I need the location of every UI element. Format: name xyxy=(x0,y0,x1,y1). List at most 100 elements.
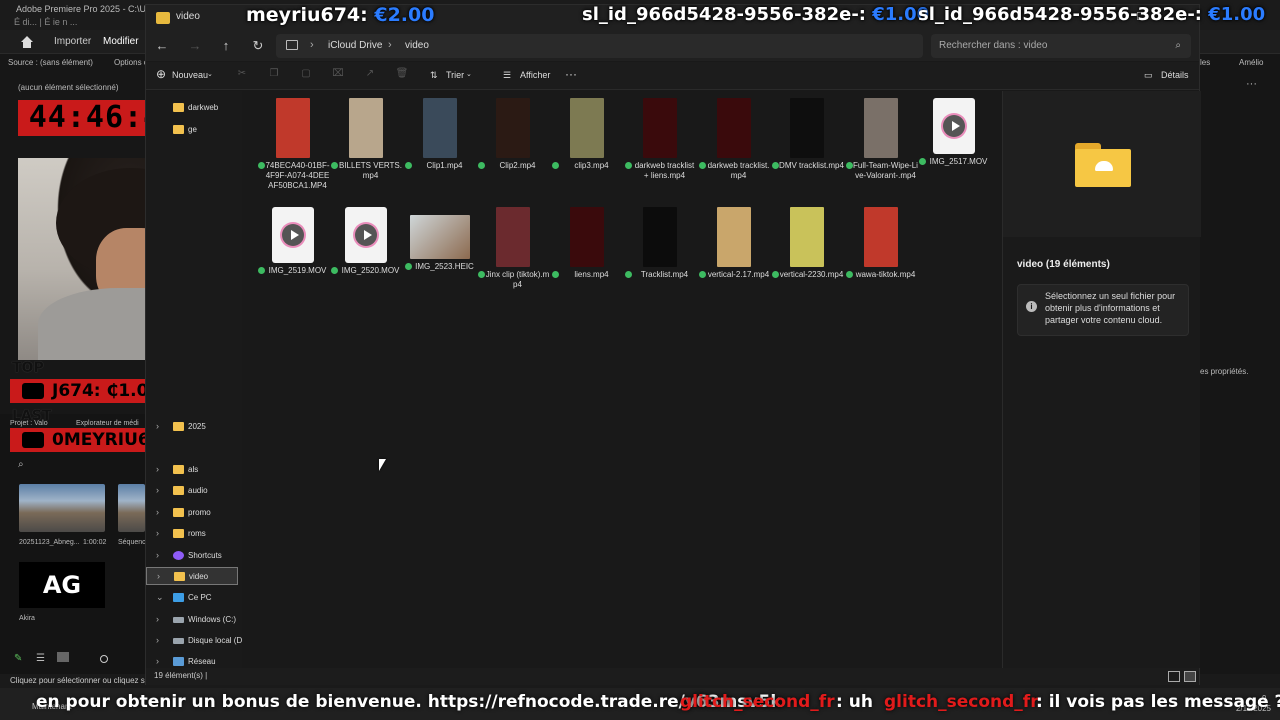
address-bar[interactable]: › iCloud Drive › video xyxy=(276,34,923,58)
file-item[interactable]: darkweb tracklist + liens.mp4 xyxy=(623,98,697,181)
file-item[interactable]: 74BECA40-01BF-4F9F-A074-4DEEAF50BCA1.MP4 xyxy=(256,98,330,191)
file-item[interactable]: Clip2.mp4 xyxy=(476,98,550,171)
refresh-icon[interactable]: ↻ xyxy=(247,35,269,57)
search-input[interactable]: Rechercher dans : video ⌕ xyxy=(931,34,1191,58)
cut-icon[interactable]: ✂ xyxy=(235,68,249,82)
chevron-icon[interactable]: › xyxy=(156,528,159,538)
search-icon[interactable]: ⌕ xyxy=(18,459,24,470)
nav-item-als[interactable]: › als xyxy=(146,461,238,479)
breadcrumb-video[interactable]: video xyxy=(405,40,429,51)
copy-icon[interactable]: ❐ xyxy=(267,68,281,82)
back-arrow-icon[interactable]: ← xyxy=(151,35,173,57)
chevron-icon[interactable]: › xyxy=(156,421,159,431)
sequence-thumbnail[interactable] xyxy=(118,484,145,532)
file-item[interactable]: Tracklist.mp4 xyxy=(623,207,697,280)
file-item[interactable]: Jinx clip (tiktok).mp4 xyxy=(476,207,550,290)
chevron-icon[interactable]: › xyxy=(156,656,159,666)
nav-item-label: Ce PC xyxy=(188,593,212,602)
nav-item-promo[interactable]: › promo xyxy=(146,504,238,522)
forward-arrow-icon[interactable]: → xyxy=(184,35,206,57)
file-item[interactable]: Clip1.mp4 xyxy=(403,98,477,171)
nav-item-darkweb[interactable]: darkweb xyxy=(146,99,238,117)
chevron-icon[interactable]: › xyxy=(156,464,159,474)
file-item[interactable]: vertical-2230.mp4 xyxy=(770,207,844,280)
file-item[interactable]: Full-Team-Wipe-Live-Valorant-.mp4 xyxy=(844,98,918,181)
nav-item-ce-pc[interactable]: ⌄ Ce PC xyxy=(146,589,238,607)
new-button[interactable]: Nouveau xyxy=(172,70,208,80)
source-label[interactable]: Source : (sans élément) xyxy=(8,58,93,67)
more-icon[interactable]: ··· xyxy=(1246,78,1257,90)
file-item[interactable]: BILLETS VERTS.mp4 xyxy=(329,98,403,181)
search-icon[interactable]: ⌕ xyxy=(1175,40,1181,51)
paste-icon[interactable]: ▢ xyxy=(299,68,313,82)
nav-item-shortcuts[interactable]: › Shortcuts xyxy=(146,547,238,565)
file-item[interactable]: IMG_2517.MOV xyxy=(917,98,991,167)
nav-item-2025[interactable]: › 2025 xyxy=(146,418,238,436)
home-icon[interactable] xyxy=(20,35,34,49)
view-button[interactable]: Afficher xyxy=(520,70,550,80)
nav-item-audio[interactable]: › audio xyxy=(146,482,238,500)
file-name-wrap: liens.mp4 xyxy=(550,270,624,280)
file-item[interactable]: IMG_2523.HEIC xyxy=(403,207,477,272)
up-arrow-icon[interactable]: ↑ xyxy=(215,35,237,57)
video-thumbnail xyxy=(570,98,604,158)
sort-button[interactable]: Trier xyxy=(446,70,464,80)
large-icons-view-icon[interactable] xyxy=(1184,671,1196,682)
file-name: clip3.mp4 xyxy=(574,161,609,170)
properties-panel: les Amélio ··· es propriétés. xyxy=(1200,54,1280,694)
top-label: TOP xyxy=(12,360,44,376)
file-item[interactable]: DMV tracklist.mp4 xyxy=(770,98,844,171)
ticker-msg-1: : uh xyxy=(836,692,873,712)
options-label[interactable]: Options c xyxy=(114,58,148,67)
chevron-icon[interactable]: › xyxy=(156,550,159,560)
right-tab-2[interactable]: Amélio xyxy=(1239,58,1263,67)
pencil-icon[interactable]: ✎ xyxy=(14,653,22,664)
chevron-icon[interactable]: › xyxy=(156,485,159,495)
file-item[interactable]: darkweb tracklist.mp4 xyxy=(697,98,771,181)
details-view-icon[interactable] xyxy=(1168,671,1180,682)
video-file-icon xyxy=(272,207,314,263)
sync-status-icon xyxy=(625,271,632,278)
file-item[interactable]: liens.mp4 xyxy=(550,207,624,280)
clip-thumbnail[interactable] xyxy=(19,484,105,532)
folder-icon xyxy=(173,508,184,517)
chevron-icon[interactable]: ⌄ xyxy=(156,592,164,603)
file-item[interactable]: clip3.mp4 xyxy=(550,98,624,171)
file-name: darkweb tracklist.mp4 xyxy=(707,161,770,180)
chat-ticker: en pour obtenir un bonus de bienvenue. h… xyxy=(0,688,1280,716)
zoom-slider-handle[interactable] xyxy=(100,655,108,663)
chevron-icon[interactable]: › xyxy=(156,635,159,645)
breadcrumb-icloud[interactable]: iCloud Drive xyxy=(328,40,382,51)
file-name-wrap: IMG_2519.MOV xyxy=(256,266,330,276)
nav-item-disque-local-d[interactable]: › Disque local (D xyxy=(146,632,242,650)
file-item[interactable]: IMG_2519.MOV xyxy=(256,207,330,276)
file-name-wrap: 74BECA40-01BF-4F9F-A074-4DEEAF50BCA1.MP4 xyxy=(256,161,330,191)
chevron-icon[interactable]: › xyxy=(156,507,159,517)
details-button[interactable]: Détails xyxy=(1161,70,1189,80)
right-tab-1[interactable]: les xyxy=(1200,58,1210,67)
chevron-icon[interactable]: › xyxy=(157,571,160,581)
explorer-statusbar: 19 élément(s) | xyxy=(146,668,1199,685)
rename-icon[interactable]: ⌧ xyxy=(331,68,345,82)
list-view-icon[interactable]: ☰ xyxy=(36,653,45,664)
chevron-icon[interactable]: › xyxy=(156,614,159,624)
file-item[interactable]: IMG_2520.MOV xyxy=(329,207,403,276)
media-explorer-tab[interactable]: Explorateur de médi xyxy=(76,420,139,427)
plus-icon: ⊕ xyxy=(156,67,167,81)
file-item[interactable]: wawa-tiktok.mp4 xyxy=(844,207,918,280)
file-item[interactable]: vertical-2.17.mp4 xyxy=(697,207,771,280)
file-name: BILLETS VERTS.mp4 xyxy=(339,161,402,180)
delete-icon[interactable]: 🗑 xyxy=(395,68,409,82)
menu-modifier[interactable]: Modifier xyxy=(103,36,139,47)
icon-view-icon[interactable] xyxy=(57,652,69,662)
file-name: wawa-tiktok.mp4 xyxy=(855,270,916,279)
more-options-button[interactable]: ··· xyxy=(565,67,577,81)
nav-item-ge[interactable]: ge xyxy=(146,121,238,139)
nav-item-video[interactable]: › video xyxy=(146,567,238,585)
nav-item-label: video xyxy=(189,572,209,581)
nav-item-roms[interactable]: › roms xyxy=(146,525,238,543)
menu-importer[interactable]: Importer xyxy=(54,36,91,47)
video-thumbnail xyxy=(496,207,530,267)
share-icon[interactable]: ↗ xyxy=(363,68,377,82)
nav-item-windows-c-[interactable]: › Windows (C:) xyxy=(146,611,238,629)
